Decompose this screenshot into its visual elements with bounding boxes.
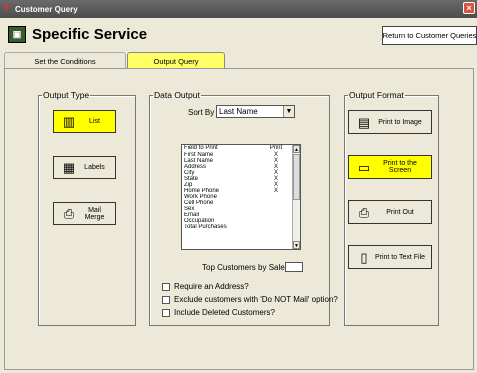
sort-by-label: Sort By	[188, 108, 215, 117]
tab-set-the-conditions[interactable]: Set the Conditions	[4, 52, 126, 69]
scroll-thumb[interactable]	[293, 154, 300, 200]
labels-button[interactable]: ▦ Labels	[53, 156, 116, 179]
mail-merge-icon: ⎙	[63, 206, 75, 221]
window-title: Customer Query	[15, 4, 78, 14]
checkbox-label: Require an Address?	[174, 282, 249, 291]
checkbox-box[interactable]	[162, 295, 170, 304]
checkbox-label: Exclude customers with 'Do NOT Mail' opt…	[174, 295, 338, 304]
close-icon[interactable]: ×	[463, 2, 475, 14]
sort-by-value: Last Name	[219, 107, 258, 116]
print-to-image-button[interactable]: ▤ Print to Image	[348, 110, 432, 134]
sort-by-select[interactable]: Last Name ▼	[216, 105, 295, 118]
output-type-legend: Output Type	[43, 90, 90, 100]
fields-list[interactable]: Field to Print Print First Name X Last Na…	[181, 144, 301, 250]
require-address-checkbox[interactable]: Require an Address?	[162, 282, 249, 291]
title-bar: ✝ Customer Query ×	[0, 0, 477, 18]
mail-merge-button-label: Mail Merge	[84, 206, 105, 221]
print-to-the-screen-label: Print to the Screen	[383, 160, 417, 174]
print-out-label: Print Out	[386, 208, 414, 216]
data-output-legend: Data Output	[154, 90, 200, 100]
monitor-icon: ▭	[357, 159, 371, 175]
print-to-image-label: Print to Image	[378, 118, 422, 126]
print-column-header: Print	[269, 145, 283, 151]
exclude-do-not-mail-checkbox[interactable]: Exclude customers with 'Do NOT Mail' opt…	[162, 295, 338, 304]
page-header: ▣ Specific Service	[8, 26, 147, 43]
print-to-the-screen-button[interactable]: ▭ Print to the Screen	[348, 155, 432, 179]
fields-list-scrollbar[interactable]: ▲ ▼	[292, 145, 300, 249]
scroll-down-icon[interactable]: ▼	[293, 241, 300, 249]
image-icon: ▤	[357, 114, 371, 130]
app-icon: ✝	[2, 3, 11, 14]
list-icon: ▥	[62, 114, 76, 129]
include-deleted-checkbox[interactable]: Include Deleted Customers?	[162, 308, 275, 317]
fields-list-header: Field to Print Print	[182, 145, 300, 152]
output-format-legend: Output Format	[349, 90, 404, 100]
labels-button-label: Labels	[84, 164, 105, 171]
checkbox-box[interactable]	[162, 308, 170, 317]
top-customers-input[interactable]	[285, 262, 303, 272]
chevron-down-icon[interactable]: ▼	[283, 106, 294, 117]
mail-merge-button[interactable]: ⎙ Mail Merge	[53, 202, 116, 225]
text-file-icon: ▯	[360, 249, 368, 265]
tab-panel: Output Type ▥ List ▦ Labels ⎙ Mail Merge…	[4, 68, 474, 370]
field-name: Total Purchases	[184, 224, 227, 230]
checkbox-box[interactable]	[162, 282, 170, 291]
print-to-text-file-button[interactable]: ▯ Print to Text File	[348, 245, 432, 269]
list-button[interactable]: ▥ List	[53, 110, 116, 133]
print-to-text-file-label: Print to Text File	[374, 253, 426, 261]
top-customers-label: Top Customers by Sales	[202, 263, 289, 272]
return-to-customer-queries-button[interactable]: Return to Customer Queries	[382, 26, 477, 45]
labels-icon: ▦	[62, 160, 76, 175]
checkbox-label: Include Deleted Customers?	[174, 308, 275, 317]
tab-bar: Set the Conditions Output Query	[0, 52, 477, 69]
service-icon: ▣	[8, 26, 26, 43]
page-title: Specific Service	[32, 26, 148, 43]
printer-icon: ⎙	[358, 204, 370, 220]
print-out-button[interactable]: ⎙ Print Out	[348, 200, 432, 224]
print-mark	[266, 224, 286, 230]
list-button-label: List	[89, 118, 100, 125]
field-column-header: Field to Print	[184, 145, 218, 151]
scroll-up-icon[interactable]: ▲	[293, 145, 300, 153]
tab-output-query[interactable]: Output Query	[127, 52, 225, 69]
list-item[interactable]: Total Purchases	[182, 224, 300, 230]
